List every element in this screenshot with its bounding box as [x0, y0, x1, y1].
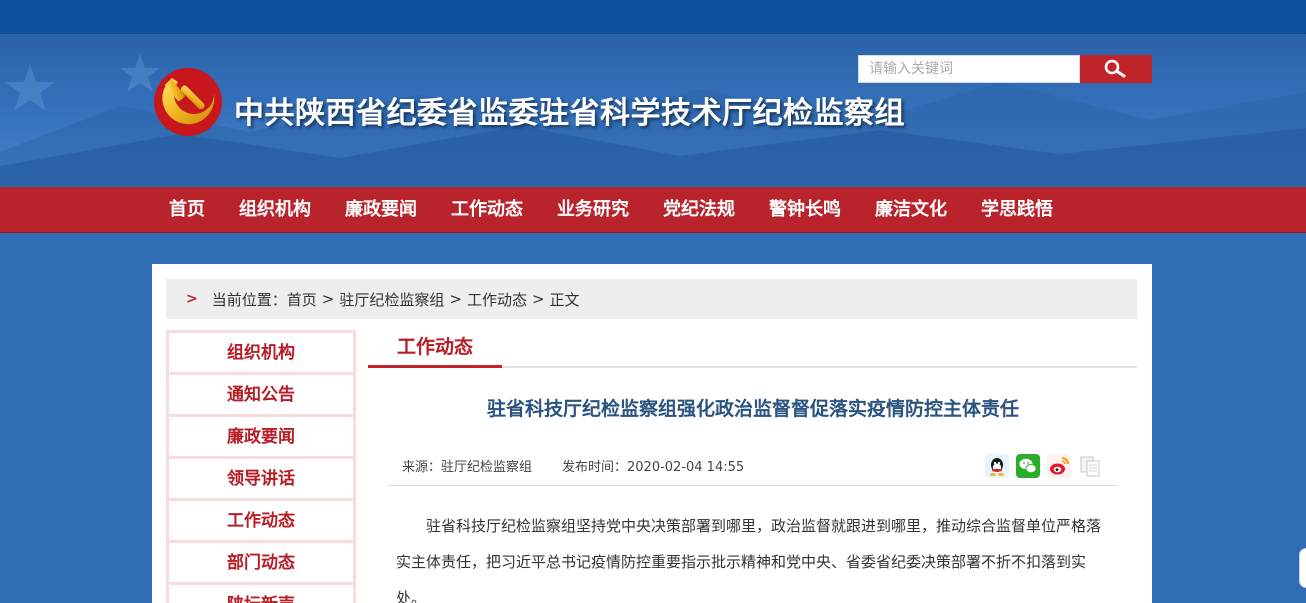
- search-box: [858, 55, 1152, 83]
- search-input[interactable]: [858, 55, 1080, 83]
- content-panel: > 当前位置： 首页 > 驻厅纪检监察组 > 工作动态 > 正文 组织机构 通知…: [152, 264, 1152, 603]
- sidebar-item-work-updates[interactable]: 工作动态: [169, 501, 353, 543]
- party-emblem-icon: [154, 68, 222, 136]
- section-tab-work-updates[interactable]: 工作动态: [368, 330, 502, 368]
- search-icon: [1104, 59, 1126, 78]
- sidebar-item-integrity-news[interactable]: 廉政要闻: [169, 417, 353, 459]
- breadcrumb-separator: >: [321, 290, 335, 308]
- site-title: 中共陕西省纪委省监委驻省科学技术厅纪检监察组: [234, 96, 905, 131]
- top-strip: [0, 0, 1306, 34]
- breadcrumb-link-work-updates[interactable]: 工作动态: [467, 289, 527, 310]
- nav-item-integrity-culture[interactable]: 廉洁文化: [858, 187, 964, 233]
- wechat-icon[interactable]: [1015, 453, 1040, 478]
- nav-item-party-regulations[interactable]: 党纪法规: [646, 187, 752, 233]
- breadcrumb-link-group[interactable]: 驻厅纪检监察组: [339, 289, 444, 310]
- section-tab-row: 工作动态: [368, 330, 1137, 368]
- scroll-handle[interactable]: [1299, 548, 1306, 588]
- sidebar: 组织机构 通知公告 廉政要闻 领导讲话 工作动态 部门动态 陕坛新声: [166, 330, 356, 603]
- search-button[interactable]: [1080, 55, 1152, 83]
- breadcrumb: > 当前位置： 首页 > 驻厅纪检监察组 > 工作动态 > 正文: [166, 279, 1137, 319]
- sidebar-item-organization[interactable]: 组织机构: [169, 333, 353, 375]
- article-source: 来源：驻厅纪检监察组: [402, 460, 533, 475]
- breadcrumb-link-home[interactable]: 首页: [287, 289, 317, 310]
- breadcrumb-separator: >: [531, 290, 545, 308]
- share-bar: [984, 453, 1102, 478]
- nav-item-integrity-news[interactable]: 廉政要闻: [328, 187, 434, 233]
- sidebar-item-department-updates[interactable]: 部门动态: [169, 543, 353, 585]
- site-header: 中共陕西省纪委省监委驻省科学技术厅纪检监察组: [0, 34, 1306, 187]
- nav-item-work-updates[interactable]: 工作动态: [434, 187, 540, 233]
- article-publish-time: 发布时间：2020-02-04 14:55: [562, 460, 745, 475]
- main-nav: 首页 组织机构 廉政要闻 工作动态 业务研究 党纪法规 警钟长鸣 廉洁文化 学思…: [0, 187, 1306, 233]
- nav-item-study-practice[interactable]: 学思践悟: [964, 187, 1070, 233]
- nav-item-organization[interactable]: 组织机构: [222, 187, 328, 233]
- nav-item-home[interactable]: 首页: [152, 187, 222, 233]
- breadcrumb-label: 当前位置：: [211, 290, 287, 309]
- breadcrumb-arrow-icon: >: [186, 291, 198, 307]
- breadcrumb-current: 正文: [549, 290, 580, 309]
- article-body: 驻省科技厅纪检监察组坚持党中央决策部署到哪里，政治监督就跟进到哪里，推动综合监督…: [396, 517, 1102, 603]
- sidebar-item-shaanxi-voices[interactable]: 陕坛新声: [169, 585, 353, 603]
- article-meta: 来源：驻厅纪检监察组 发布时间：2020-02-04 14:55: [388, 448, 1118, 486]
- nav-item-business-research[interactable]: 业务研究: [540, 187, 646, 233]
- weibo-icon[interactable]: [1046, 453, 1071, 478]
- sidebar-item-leader-speeches[interactable]: 领导讲话: [169, 459, 353, 501]
- sidebar-item-notices[interactable]: 通知公告: [169, 375, 353, 417]
- copy-icon[interactable]: [1077, 453, 1102, 478]
- qq-icon[interactable]: [984, 453, 1009, 478]
- nav-item-warning-bell[interactable]: 警钟长鸣: [752, 187, 858, 233]
- breadcrumb-separator: >: [449, 290, 462, 308]
- article-title: 驻省科技厅纪检监察组强化政治监督督促落实疫情防控主体责任: [486, 398, 1019, 420]
